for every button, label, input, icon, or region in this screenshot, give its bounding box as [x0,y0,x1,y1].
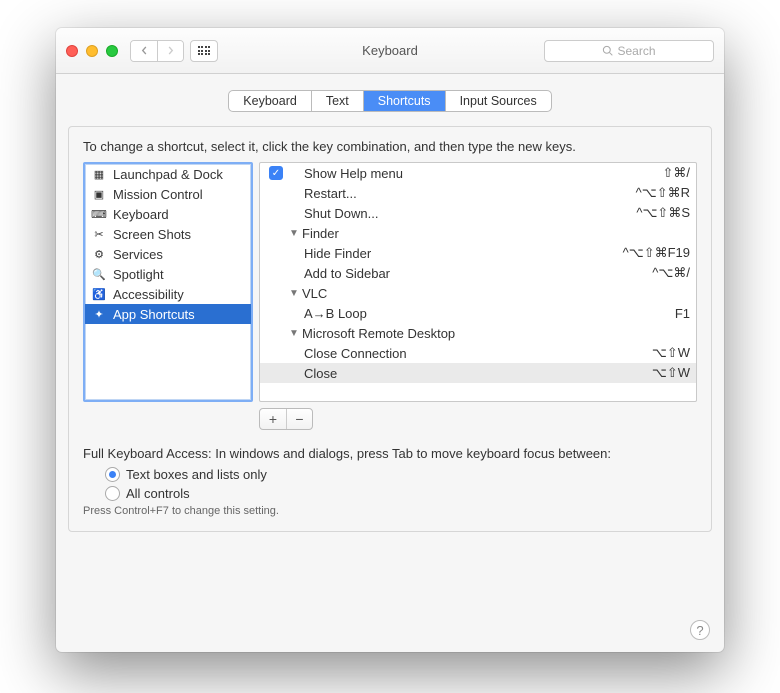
sidebar-item-keyboard[interactable]: ⌨Keyboard [85,204,251,224]
keyboard-access-hint: Press Control+F7 to change this setting. [83,505,697,517]
tab-shortcuts[interactable]: Shortcuts [364,91,446,111]
shortcut-combo[interactable]: ⌥⇧W [610,345,690,361]
minimize-window-button[interactable] [86,45,98,57]
shortcut-combo[interactable]: ⇧⌘/ [610,165,690,181]
shortcut-row[interactable]: Shut Down... ^⌥⇧⌘S [260,203,696,223]
shortcut-row[interactable]: Restart... ^⌥⇧⌘R [260,183,696,203]
shortcut-row[interactable]: Hide Finder ^⌥⇧⌘F19 [260,243,696,263]
sidebar-item-spotlight[interactable]: 🔍Spotlight [85,264,251,284]
search-placeholder: Search [617,44,655,58]
search-icon [602,45,613,56]
sidebar-item-app-shortcuts[interactable]: ✦App Shortcuts [85,304,251,324]
shortcut-row[interactable]: Close ⌥⇧W [260,363,696,383]
shortcut-row[interactable]: ✓ Show Help menu ⇧⌘/ [260,163,696,183]
shortcut-combo[interactable]: ⌥⇧W [610,365,690,381]
tabs: Keyboard Text Shortcuts Input Sources [228,90,551,112]
tab-input-sources[interactable]: Input Sources [446,91,551,111]
tab-text[interactable]: Text [312,91,364,111]
keyboard-access-section: Full Keyboard Access: In windows and dia… [83,446,697,517]
services-icon: ⚙ [91,246,107,262]
disclosure-triangle-icon[interactable]: ▼ [288,328,300,339]
shortcut-row[interactable]: Close Connection ⌥⇧W [260,343,696,363]
sidebar-item-services[interactable]: ⚙Services [85,244,251,264]
mission-control-icon: ▣ [91,186,107,202]
shortcut-group-msrd[interactable]: ▼Microsoft Remote Desktop [260,323,696,343]
radio-all-controls[interactable]: All controls [105,486,697,501]
keyboard-access-prompt: Full Keyboard Access: In windows and dia… [83,446,697,461]
shortcut-row[interactable]: Add to Sidebar ^⌥⌘/ [260,263,696,283]
instruction-text: To change a shortcut, select it, click t… [83,139,697,154]
add-shortcut-button[interactable]: + [260,409,286,429]
forward-button[interactable] [157,41,183,61]
disclosure-triangle-icon[interactable]: ▼ [288,288,300,299]
shortcut-group-finder[interactable]: ▼Finder [260,223,696,243]
add-remove-controls: + − [259,408,697,430]
sidebar-item-screenshots[interactable]: ✂Screen Shots [85,224,251,244]
shortcut-combo[interactable]: ^⌥⌘/ [610,265,690,281]
disclosure-triangle-icon[interactable]: ▼ [288,228,300,239]
keyboard-icon: ⌨ [91,206,107,222]
launchpad-icon: ▦ [91,166,107,182]
radio-icon [105,486,120,501]
preferences-window: Keyboard Search Keyboard Text Shortcuts … [56,28,724,652]
zoom-window-button[interactable] [106,45,118,57]
shortcuts-list[interactable]: ✓ Show Help menu ⇧⌘/ Restart... ^⌥⇧⌘R Sh… [259,162,697,402]
shortcut-group-vlc[interactable]: ▼VLC [260,283,696,303]
tab-keyboard[interactable]: Keyboard [229,91,312,111]
search-input[interactable]: Search [544,40,714,62]
shortcut-combo[interactable]: ^⌥⇧⌘F19 [610,245,690,261]
sidebar-item-accessibility[interactable]: ♿Accessibility [85,284,251,304]
radio-text-boxes[interactable]: Text boxes and lists only [105,467,697,482]
sidebar-item-mission-control[interactable]: ▣Mission Control [85,184,251,204]
shortcut-combo[interactable]: ^⌥⇧⌘S [610,205,690,221]
accessibility-icon: ♿ [91,286,107,302]
close-window-button[interactable] [66,45,78,57]
show-all-button[interactable] [190,40,218,62]
back-button[interactable] [131,41,157,61]
content: Keyboard Text Shortcuts Input Sources To… [56,74,724,542]
shortcut-combo[interactable]: ^⌥⇧⌘R [610,185,690,201]
spotlight-icon: 🔍 [91,266,107,282]
shortcuts-panel: To change a shortcut, select it, click t… [68,126,712,532]
nav-back-forward [130,40,184,62]
remove-shortcut-button[interactable]: − [286,409,312,429]
shortcut-row[interactable]: A→B Loop F1 [260,303,696,323]
screenshot-icon: ✂ [91,226,107,242]
shortcut-combo[interactable]: F1 [610,306,690,321]
help-button[interactable]: ? [690,620,710,640]
titlebar: Keyboard Search [56,28,724,74]
grid-icon [198,46,211,55]
checkbox-icon[interactable]: ✓ [269,166,283,180]
sidebar-item-launchpad[interactable]: ▦Launchpad & Dock [85,164,251,184]
category-sidebar[interactable]: ▦Launchpad & Dock ▣Mission Control ⌨Keyb… [83,162,253,402]
apps-icon: ✦ [91,306,107,322]
window-controls [66,45,118,57]
radio-icon [105,467,120,482]
